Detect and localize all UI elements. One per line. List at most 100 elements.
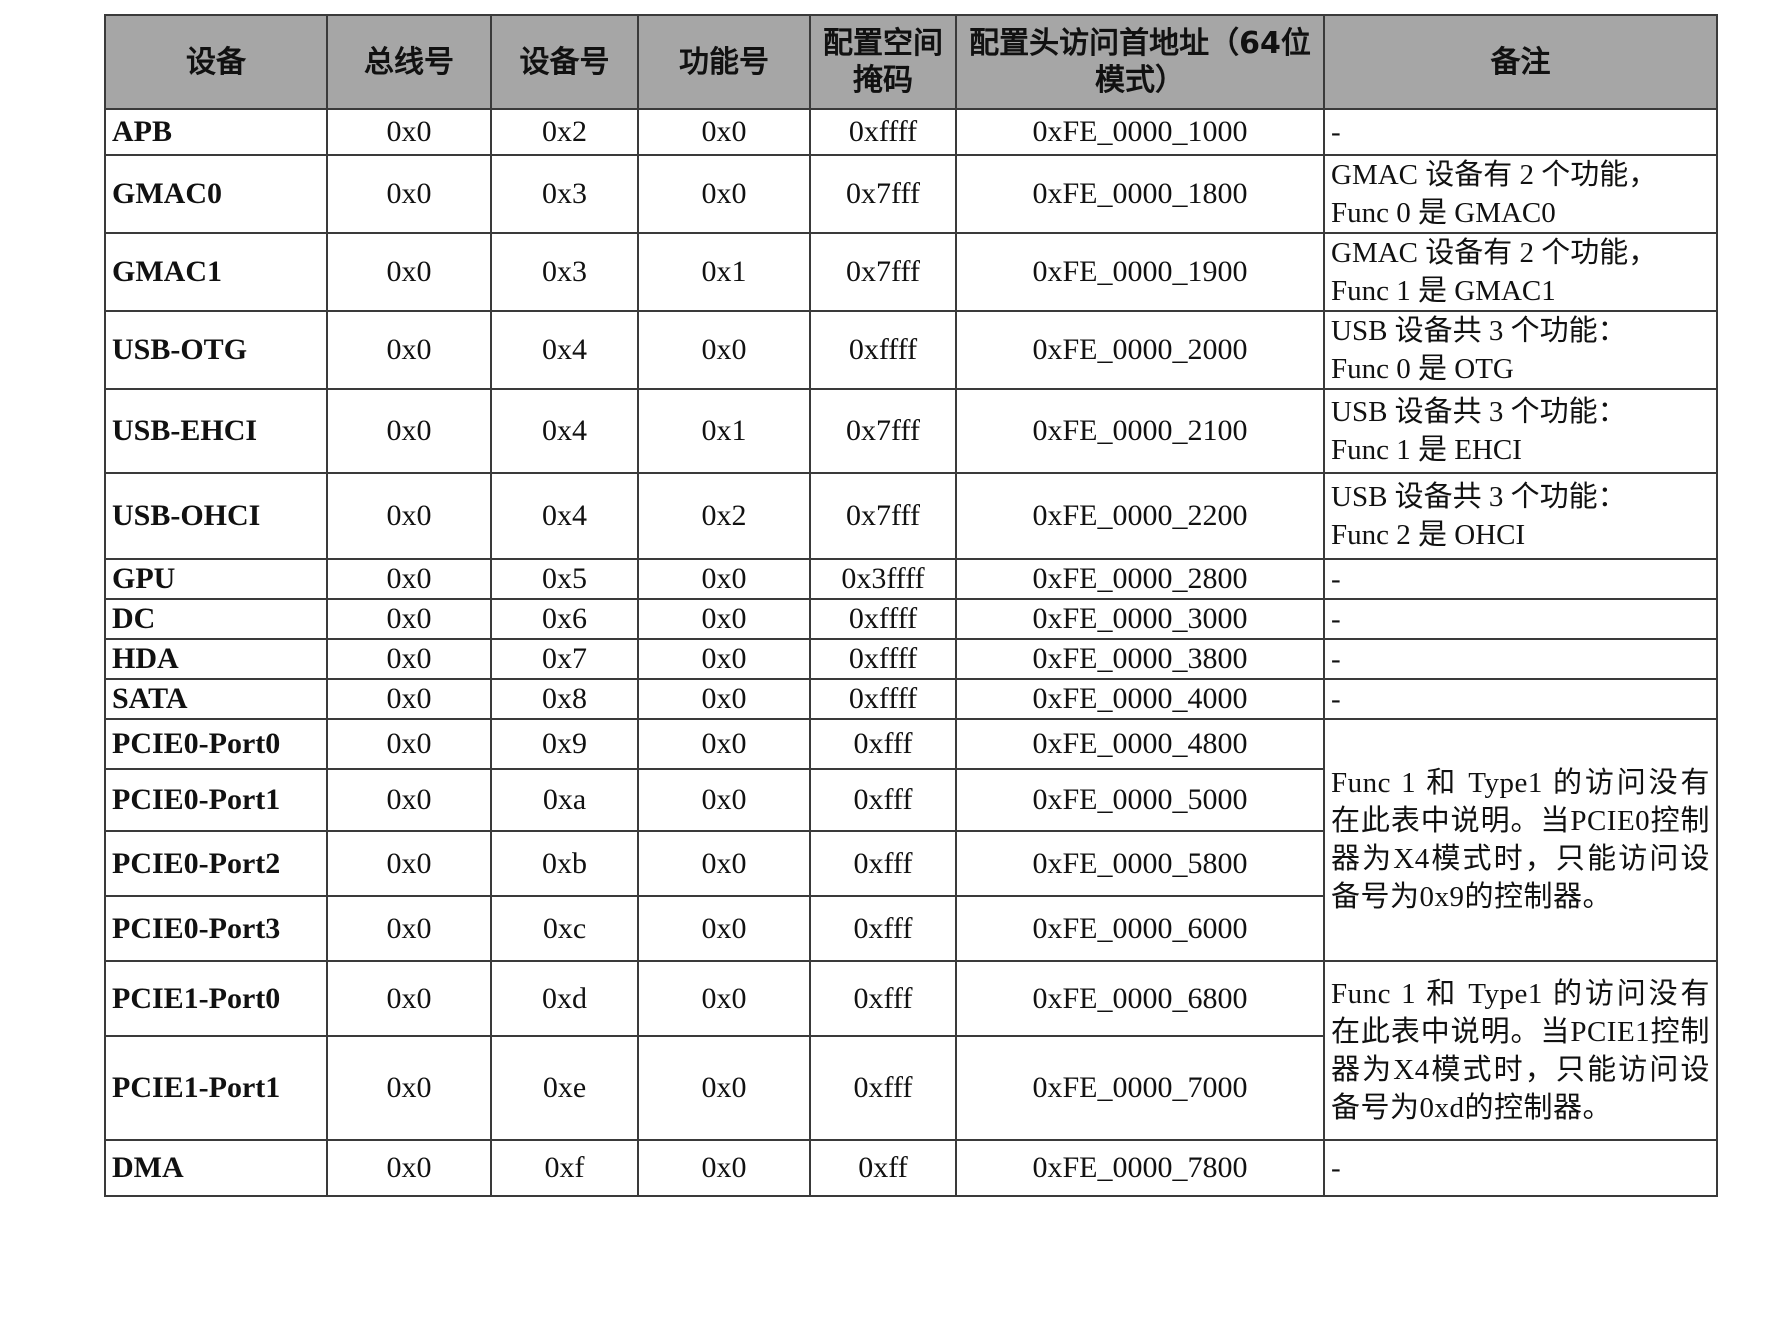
bus-number-cell: 0x0 [326, 960, 492, 1037]
header-config-address: 配置头访问首地址（64位模式） [955, 14, 1325, 110]
function-number-cell: 0x1 [637, 232, 811, 312]
note-line: USB 设备共 3 个功能： [1331, 396, 1627, 428]
function-number-cell: 0x0 [637, 960, 811, 1037]
bus-number-cell: 0x0 [326, 232, 492, 312]
bus-number-cell: 0x0 [326, 678, 492, 720]
device-number-cell: 0x3 [490, 232, 639, 312]
header-config-mask: 配置空间掩码 [809, 14, 957, 110]
header-bus-number: 总线号 [326, 14, 492, 110]
table-row: USB-EHCI 0x0 0x4 0x1 0x7fff 0xFE_0000_2100 USB… [104, 388, 1718, 474]
config-address-cell: 0xFE_0000_6800 [955, 960, 1325, 1037]
header-device-number: 设备号 [490, 14, 639, 110]
note-cell: USB 设备共 3 个功能： Func 0 是 OTG [1323, 310, 1718, 390]
device-name-cell: DMA [104, 1139, 328, 1197]
table-row: USB-OHCI 0x0 0x4 0x2 0x7fff 0xFE_0000_2200 USB… [104, 472, 1718, 560]
device-number-cell: 0x5 [490, 558, 639, 600]
device-name-cell: PCIE0-Port0 [104, 718, 328, 770]
note-line: USB 设备共 3 个功能： [1331, 481, 1627, 513]
config-mask-cell: 0x7fff [809, 232, 957, 312]
bus-number-cell: 0x0 [326, 154, 492, 234]
note-line: Func 0 是 OTG [1331, 353, 1514, 385]
config-mask-cell: 0xfff [809, 960, 957, 1037]
table-row: USB-OTG 0x0 0x4 0x0 0xffff 0xFE_0000_2000 USB … [104, 310, 1718, 390]
table-body: APB 0x0 0x2 0x0 0xffff 0xFE_0000_1000- GMAC0 0x… [104, 108, 1718, 1197]
device-name-cell: USB-EHCI [104, 388, 328, 474]
device-name-cell: USB-OTG [104, 310, 328, 390]
function-number-cell: 0x0 [637, 558, 811, 600]
config-address-cell: 0xFE_0000_2200 [955, 472, 1325, 560]
function-number-cell: 0x0 [637, 598, 811, 640]
device-number-cell: 0x8 [490, 678, 639, 720]
table-row: SATA 0x0 0x8 0x0 0xffff 0xFE_0000_4000- [104, 678, 1718, 720]
config-mask-cell: 0xffff [809, 678, 957, 720]
config-mask-cell: 0xfff [809, 718, 957, 770]
config-address-cell: 0xFE_0000_3000 [955, 598, 1325, 640]
table-row: DMA 0x0 0xf 0x0 0xff 0xFE_0000_7800- [104, 1139, 1718, 1197]
bus-number-cell: 0x0 [326, 472, 492, 560]
config-address-cell: 0xFE_0000_6000 [955, 895, 1325, 962]
note-line: - [1331, 683, 1341, 715]
bus-number-cell: 0x0 [326, 830, 492, 897]
device-name-cell: PCIE0-Port2 [104, 830, 328, 897]
note-line: - [1331, 563, 1341, 595]
config-mask-cell: 0x7fff [809, 472, 957, 560]
config-mask-cell: 0xfff [809, 895, 957, 962]
note-cell: USB 设备共 3 个功能： Func 1 是 EHCI [1323, 388, 1718, 474]
note-line: Func 2 是 OHCI [1331, 519, 1526, 551]
config-mask-cell: 0xffff [809, 108, 957, 156]
device-name-cell: GMAC1 [104, 232, 328, 312]
note-cell: USB 设备共 3 个功能： Func 2 是 OHCI [1323, 472, 1718, 560]
note-line: Func 1 是 EHCI [1331, 434, 1522, 466]
function-number-cell: 0x0 [637, 638, 811, 680]
note-line: USB 设备共 3 个功能： [1331, 315, 1627, 347]
config-address-cell: 0xFE_0000_1900 [955, 232, 1325, 312]
config-address-cell: 0xFE_0000_1000 [955, 108, 1325, 156]
device-name-cell: PCIE1-Port1 [104, 1035, 328, 1141]
header-device: 设备 [104, 14, 328, 110]
config-address-cell: 0xFE_0000_4800 [955, 718, 1325, 770]
device-name-cell: GPU [104, 558, 328, 600]
config-mask-cell: 0xffff [809, 598, 957, 640]
function-number-cell: 0x0 [637, 718, 811, 770]
function-number-cell: 0x0 [637, 154, 811, 234]
table-row: GMAC1 0x0 0x3 0x1 0x7fff 0xFE_0000_1900 GMAC 设… [104, 232, 1718, 312]
function-number-cell: 0x0 [637, 1035, 811, 1141]
note-line: - [1331, 1152, 1341, 1184]
pcie0-note-cell: Func 1 和 Type1 的访问没有在此表中说明。当PCIE0控制器为X4模… [1323, 718, 1718, 962]
note-cell: - [1323, 558, 1718, 600]
table-row: GMAC0 0x0 0x3 0x0 0x7fff 0xFE_0000_1800 GMAC 设… [104, 154, 1718, 234]
bus-number-cell: 0x0 [326, 638, 492, 680]
table-row: PCIE0-Port0 0x0 0x9 0x0 0xfff 0xFE_0000_4800 F… [104, 718, 1718, 962]
config-mask-cell: 0xfff [809, 1035, 957, 1141]
bus-number-cell: 0x0 [326, 310, 492, 390]
note-line: - [1331, 643, 1341, 675]
config-address-cell: 0xFE_0000_5800 [955, 830, 1325, 897]
note-cell: - [1323, 598, 1718, 640]
config-address-cell: 0xFE_0000_2100 [955, 388, 1325, 474]
note-cell: GMAC 设备有 2 个功能， Func 1 是 GMAC1 [1323, 232, 1718, 312]
config-address-cell: 0xFE_0000_2000 [955, 310, 1325, 390]
config-address-cell: 0xFE_0000_3800 [955, 638, 1325, 680]
note-line: Func 1 是 GMAC1 [1331, 275, 1556, 307]
bus-number-cell: 0x0 [326, 1035, 492, 1141]
device-name-cell: PCIE0-Port3 [104, 895, 328, 962]
note-line: GMAC 设备有 2 个功能， [1331, 159, 1658, 191]
function-number-cell: 0x0 [637, 1139, 811, 1197]
device-name-cell: GMAC0 [104, 154, 328, 234]
note-cell: - [1323, 678, 1718, 720]
device-number-cell: 0x3 [490, 154, 639, 234]
device-name-cell: SATA [104, 678, 328, 720]
pcie1-note-cell: Func 1 和 Type1 的访问没有在此表中说明。当PCIE1控制器为X4模… [1323, 960, 1718, 1141]
device-number-cell: 0x7 [490, 638, 639, 680]
function-number-cell: 0x2 [637, 472, 811, 560]
bus-number-cell: 0x0 [326, 1139, 492, 1197]
config-mask-cell: 0x7fff [809, 154, 957, 234]
config-address-cell: 0xFE_0000_7800 [955, 1139, 1325, 1197]
device-config-table: 设备 总线号 设备号 功能号 配置空间掩码 配置头访问首地址（64位模式） 备注… [104, 14, 1718, 1197]
device-name-cell: HDA [104, 638, 328, 680]
header-function-number: 功能号 [637, 14, 811, 110]
table-row: DC 0x0 0x6 0x0 0xffff 0xFE_0000_3000- [104, 598, 1718, 640]
note-line: - [1331, 603, 1341, 635]
table-row: GPU 0x0 0x5 0x0 0x3ffff 0xFE_0000_2800- [104, 558, 1718, 600]
bus-number-cell: 0x0 [326, 718, 492, 770]
